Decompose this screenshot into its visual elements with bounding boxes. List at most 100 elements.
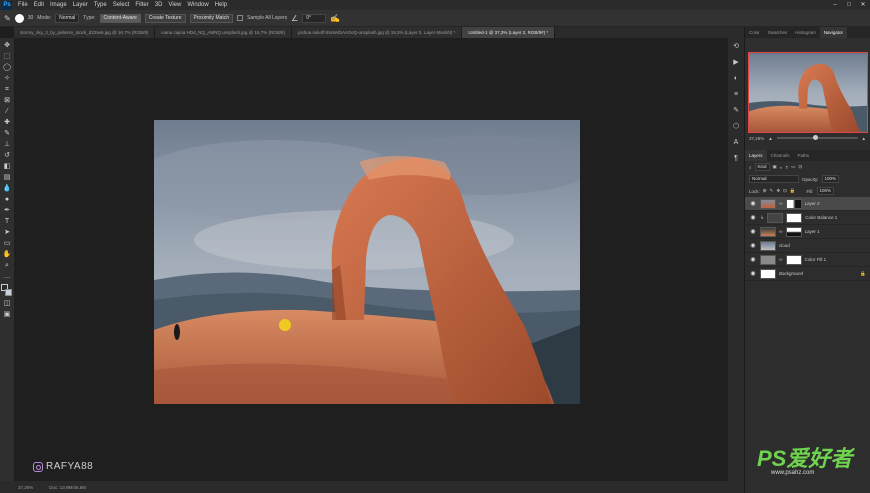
type-tool-icon[interactable]: T [1,216,13,227]
layer-mask-thumbnail[interactable] [785,226,802,237]
zoom-tool-icon[interactable]: ⌕ [1,260,13,271]
tab-channels[interactable]: Channels [767,150,794,161]
layer-row-cloud[interactable]: ◉ cloud [745,239,870,253]
menu-file[interactable]: File [15,2,31,8]
move-tool-icon[interactable]: ✥ [1,40,13,51]
canvas-area[interactable] [14,38,744,481]
paragraph-panel-icon[interactable]: ¶ [731,154,741,164]
tab-navigator[interactable]: Navigator [819,27,848,38]
dodge-tool-icon[interactable]: ● [1,194,13,205]
frame-tool-icon[interactable]: ⊠ [1,95,13,106]
lasso-tool-icon[interactable]: ◯ [1,62,13,73]
layer-row-layer-2[interactable]: ◉ ∞ Layer 2 [745,197,870,211]
eye-icon[interactable]: ◉ [749,214,757,221]
eye-icon[interactable]: ◉ [749,256,757,263]
sample-all-layers-checkbox[interactable] [237,15,244,21]
lock-pixels-icon[interactable]: ⊞ [763,188,767,194]
history-brush-tool-icon[interactable]: ↺ [1,150,13,161]
brush-settings-icon[interactable]: ✎ [731,106,741,116]
menu-filter[interactable]: Filter [132,2,151,8]
navigator-zoom-value[interactable]: 37,26% [749,136,764,141]
menu-layer[interactable]: Layer [70,2,91,8]
tab-layers[interactable]: Layers [745,150,767,161]
type-filter-icon[interactable]: T [786,165,789,170]
path-select-tool-icon[interactable]: ➤ [1,227,13,238]
lock-position-icon[interactable]: ✥ [776,188,780,194]
kind-filter-dropdown[interactable]: Kind [754,163,770,171]
layer-name[interactable]: Layer 2 [805,201,820,206]
create-texture-button[interactable]: Create Texture [144,13,186,23]
layer-row-layer-1[interactable]: ◉ ∞ Layer 1 [745,225,870,239]
menu-edit[interactable]: Edit [31,2,47,8]
layer-mask-thumbnail[interactable] [785,254,802,265]
menu-type[interactable]: Type [91,2,110,8]
layer-row-background[interactable]: ◉ Background 🔒 [745,267,870,281]
mode-dropdown[interactable]: Normal [55,13,80,23]
quick-mask-icon[interactable]: ◫ [1,298,13,309]
layer-mask-thumbnail[interactable] [785,198,802,209]
hand-tool-icon[interactable]: ✋ [1,249,13,260]
eye-icon[interactable]: ◉ [749,270,757,277]
eye-icon[interactable]: ◉ [749,228,757,235]
smart-object-filter-icon[interactable]: ⊡ [799,164,803,170]
eraser-tool-icon[interactable]: ◧ [1,161,13,172]
layer-name[interactable]: Layer 1 [805,229,820,234]
background-color-swatch[interactable] [5,289,12,296]
adjustment-filter-icon[interactable]: ◐ [780,165,783,170]
spot-healing-brush-icon[interactable]: ✎ [4,14,11,23]
maximize-icon[interactable]: □ [842,0,856,10]
lock-paint-icon[interactable]: ✎ [770,188,774,194]
lock-artboard-icon[interactable]: ⊡ [783,188,787,194]
zoom-out-icon[interactable]: ▲ [768,136,772,141]
pressure-icon[interactable]: ✍ [330,14,340,23]
close-icon[interactable]: ✕ [856,0,870,10]
history-panel-icon[interactable]: ⟲ [731,42,741,52]
tab-ioana-cajina[interactable]: ioana cajina HDd_NQ_AMNQ unsplash.jpg @ … [155,27,293,38]
minimize-icon[interactable]: – [828,0,842,10]
menu-3d[interactable]: 3D [152,2,166,8]
layer-name[interactable]: Color Balance 1 [805,215,837,220]
proximity-match-button[interactable]: Proximity Match [189,13,234,23]
tab-untitled-1[interactable]: Untitled-1 @ 37,3% (Layer 2, RGB/8#) * [462,27,556,38]
eye-icon[interactable]: ◉ [749,242,757,249]
blur-tool-icon[interactable]: 💧 [1,183,13,194]
menu-view[interactable]: View [165,2,184,8]
quick-select-tool-icon[interactable]: ✧ [1,73,13,84]
document-canvas[interactable] [154,120,580,404]
layer-row-color-fill[interactable]: ◉ ∞ Color Fill 1 [745,253,870,267]
brush-tool-icon[interactable]: ✎ [1,128,13,139]
gradient-tool-icon[interactable]: ▤ [1,172,13,183]
opacity-field[interactable]: 100% [821,175,840,183]
layer-name[interactable]: Background [779,271,803,276]
marquee-tool-icon[interactable]: ⬚ [1,51,13,62]
color-swatches[interactable] [1,284,13,298]
screen-mode-icon[interactable]: ▣ [1,309,13,320]
tab-stormy-sky[interactable]: stormy_sky_3_by_pellenm_stock_d22se6.jpg… [14,27,156,38]
crop-tool-icon[interactable]: ⌗ [1,84,13,95]
menu-help[interactable]: Help [212,2,230,8]
angle-field[interactable]: 0° [302,13,327,23]
more-tools-icon[interactable]: … [1,271,13,282]
properties-panel-icon[interactable]: ≡ [731,90,741,100]
tab-histogram[interactable]: Histogram [791,27,820,38]
navigator-view-box[interactable] [748,52,868,133]
tab-paths[interactable]: Paths [794,150,814,161]
fill-field[interactable]: 100% [816,187,835,195]
eye-icon[interactable]: ◉ [749,200,757,207]
lock-all-icon[interactable]: 🔒 [790,188,796,194]
adjustments-panel-icon[interactable]: ◐ [731,74,741,84]
layer-mask-thumbnail[interactable] [786,212,803,223]
menu-image[interactable]: Image [47,2,70,8]
blend-mode-dropdown[interactable]: Normal [749,175,799,183]
brush-preset-picker[interactable] [14,13,24,23]
menu-window[interactable]: Window [184,2,211,8]
pixel-filter-icon[interactable]: ▣ [773,164,777,170]
zoom-slider[interactable] [776,135,858,140]
layer-name[interactable]: Color Fill 1 [805,257,827,262]
tab-joshua-sukoff[interactable]: joshua sukoff-tNsW4bAnOoQ-unsplash.jpg @… [292,27,463,38]
healing-brush-tool-icon[interactable]: ✚ [1,117,13,128]
clone-stamp-tool-icon[interactable]: ⊥ [1,139,13,150]
3d-panel-icon[interactable]: ⬡ [731,122,741,132]
tab-color[interactable]: Color [745,27,764,38]
rectangle-tool-icon[interactable]: ▭ [1,238,13,249]
